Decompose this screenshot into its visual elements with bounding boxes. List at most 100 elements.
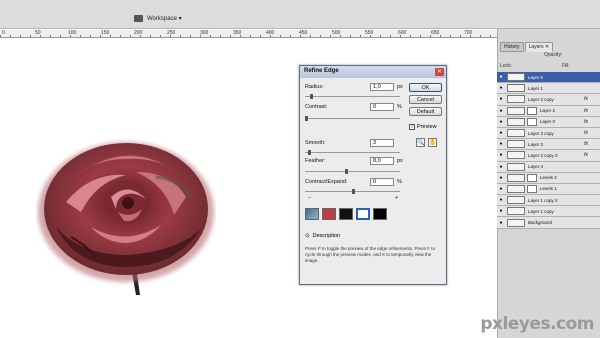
ruler-tick-label: 200	[134, 30, 143, 36]
preview-checkbox-row[interactable]: ✓ Preview	[409, 124, 437, 130]
layer-effects-icon[interactable]: fx	[584, 96, 588, 102]
feather-slider-handle[interactable]	[345, 169, 348, 174]
eye-icon[interactable]: ●	[497, 96, 505, 102]
layer-thumbnail	[507, 218, 525, 227]
smooth-input[interactable]: 3	[370, 139, 394, 147]
eye-icon[interactable]: ●	[497, 220, 505, 226]
radius-label: Radius:	[305, 84, 324, 90]
plus-sign: +	[395, 195, 399, 201]
layer-thumbnail	[507, 106, 525, 115]
preview-checkbox[interactable]: ✓	[409, 124, 415, 130]
contract-expand-slider[interactable]	[305, 189, 400, 194]
layer-effects-icon[interactable]: fx	[584, 119, 588, 125]
description-toggle[interactable]: ⊙ Description	[305, 233, 340, 239]
ok-button[interactable]: OK	[409, 83, 442, 92]
layer-row[interactable]: ● Layer 1	[497, 83, 600, 95]
layer-effects-icon[interactable]: fx	[584, 141, 588, 147]
layer-row[interactable]: ● Layer 4	[497, 161, 600, 173]
layer-row[interactable]: ● Levels 2	[497, 172, 600, 184]
radius-input[interactable]: 1,0	[370, 83, 394, 91]
layer-mask-thumbnail	[527, 184, 537, 193]
eye-icon[interactable]: ●	[497, 119, 505, 125]
standard-mode-icon[interactable]	[305, 208, 319, 220]
layer-row[interactable]: ● Layer 2 copy 3 fx	[497, 150, 600, 162]
ruler-tick-label: 550	[365, 30, 374, 36]
ruler-tick-label: 150	[101, 30, 110, 36]
tab-history[interactable]: History	[500, 42, 524, 52]
contrast-slider[interactable]	[305, 116, 400, 121]
tab-layers[interactable]: Layers ✕	[524, 42, 554, 52]
smooth-slider[interactable]	[305, 150, 400, 155]
eye-icon[interactable]: ●	[497, 208, 505, 214]
layer-row[interactable]: ● Background	[497, 217, 600, 229]
ruler-tick-label: 500	[332, 30, 341, 36]
layer-row[interactable]: ● Layer 5	[497, 72, 600, 84]
layer-name: Levels 1	[540, 186, 557, 192]
lock-label: Lock:	[500, 63, 512, 69]
mask-mode-icon[interactable]	[373, 208, 387, 220]
layers-opacity-row: Opacity:	[500, 52, 562, 58]
zoom-tool-icon[interactable]: 🔍	[416, 138, 425, 147]
contrast-label: Contrast:	[305, 104, 328, 110]
contrast-slider-handle[interactable]	[305, 116, 308, 121]
layer-thumbnail	[507, 173, 525, 182]
eye-icon[interactable]: ●	[497, 186, 505, 192]
default-button[interactable]: Default	[409, 107, 442, 116]
layer-effects-icon[interactable]: fx	[584, 130, 588, 136]
layer-name: Layer 1	[528, 85, 544, 91]
layer-row[interactable]: ● Layer 1 copy	[497, 206, 600, 218]
eye-icon[interactable]: ●	[497, 130, 505, 136]
layer-thumbnail	[507, 84, 525, 93]
eye-icon[interactable]: ●	[497, 85, 505, 91]
layer-name: Layer 3	[528, 141, 544, 147]
layer-row[interactable]: ● Layer 1 copy 2	[497, 195, 600, 207]
opacity-label: Opacity:	[544, 52, 563, 58]
on-black-mode-icon[interactable]	[339, 208, 353, 220]
layer-name: Layer 1 copy	[528, 208, 554, 214]
smooth-slider-handle[interactable]	[308, 150, 311, 155]
contract-expand-input[interactable]: 0	[370, 178, 394, 186]
preview-label: Preview	[417, 124, 437, 130]
radius-slider[interactable]	[305, 94, 400, 99]
layer-row[interactable]: ● Layer 2 copy fx	[497, 94, 600, 106]
close-button[interactable]: ✕	[435, 68, 444, 76]
feather-input[interactable]: 8,0	[370, 157, 394, 165]
layer-effects-icon[interactable]: fx	[584, 108, 588, 114]
eye-icon[interactable]: ●	[497, 164, 505, 170]
layer-thumbnail	[507, 207, 525, 216]
quickmask-mode-icon[interactable]	[322, 208, 336, 220]
layer-effects-icon[interactable]: fx	[584, 152, 588, 158]
feather-slider[interactable]	[305, 169, 400, 174]
layer-name: Layer 5	[528, 74, 544, 80]
watermark-logo: pxleyes.com	[480, 314, 594, 334]
cancel-button[interactable]: Cancel	[409, 95, 442, 104]
layer-name: Levels 2	[540, 175, 557, 181]
eye-icon[interactable]: ●	[497, 141, 505, 147]
workspace-button[interactable]: Workspace ▾	[134, 15, 182, 22]
hand-tool-icon[interactable]: ✋	[428, 138, 437, 147]
eye-icon[interactable]: ●	[497, 74, 505, 80]
ruler-tick-label: 0	[2, 30, 5, 36]
ruler-tick-label: 300	[200, 30, 209, 36]
layer-row[interactable]: ● Layer 2 fx	[497, 105, 600, 117]
camera-icon	[134, 15, 143, 22]
eye-icon[interactable]: ●	[497, 108, 505, 114]
radius-slider-handle[interactable]	[310, 94, 313, 99]
layer-row[interactable]: ● Layer 3 fx	[497, 139, 600, 151]
layer-thumbnail	[507, 129, 525, 138]
contrast-input[interactable]: 0	[370, 103, 394, 111]
contract-expand-slider-handle[interactable]	[352, 189, 355, 194]
on-white-mode-icon[interactable]	[356, 208, 370, 220]
ruler-tick-label: 450	[299, 30, 308, 36]
minus-sign: −	[308, 195, 312, 201]
ruler-tick-label: 600	[398, 30, 407, 36]
eye-icon[interactable]: ●	[497, 197, 505, 203]
layer-name: Background	[528, 220, 553, 226]
layer-row[interactable]: ● Layer 0 fx	[497, 116, 600, 128]
eye-icon[interactable]: ●	[497, 152, 505, 158]
layer-row[interactable]: ● Layer 3 copy fx	[497, 127, 600, 140]
eye-icon[interactable]: ●	[497, 175, 505, 181]
layers-list: ● Layer 5 ● Layer 1 ● Layer 2 copy fx ● Layer 2 f…	[497, 72, 600, 229]
layer-row[interactable]: ● Levels 1	[497, 183, 600, 196]
refine-edge-dialog: Refine Edge ✕ Radius: 1,0 px Contrast: 0…	[299, 65, 447, 285]
